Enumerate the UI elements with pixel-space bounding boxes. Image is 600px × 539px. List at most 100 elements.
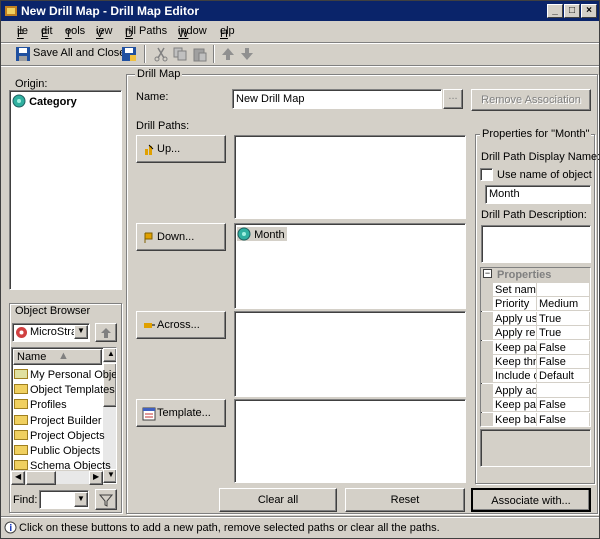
property-value[interactable]: False bbox=[537, 398, 590, 413]
reset-button[interactable]: Reset bbox=[345, 488, 465, 512]
list-item-label: My Personal Obje bbox=[30, 369, 117, 381]
combo-dropdown-arrow[interactable]: ▼ bbox=[74, 325, 88, 339]
property-row[interactable]: Apply useTrue bbox=[481, 311, 590, 327]
horizontal-scrollbar[interactable]: ◀ ▶ bbox=[11, 470, 103, 485]
name-column-header[interactable]: Name ▲ bbox=[13, 349, 102, 365]
drill-map-name-value: New Drill Map bbox=[236, 93, 305, 105]
list-item-label: Object Templates bbox=[30, 384, 115, 397]
parent-folder-button[interactable] bbox=[95, 323, 117, 342]
down-button[interactable]: Down... bbox=[136, 223, 226, 251]
name-label: Name: bbox=[136, 91, 169, 103]
menu-edit[interactable]: Edit bbox=[41, 25, 53, 40]
across-button[interactable]: Across... bbox=[136, 311, 226, 339]
property-value[interactable]: True bbox=[537, 326, 590, 341]
up-button[interactable]: Up... bbox=[136, 135, 226, 163]
paste-icon[interactable] bbox=[192, 46, 208, 62]
associate-with-button[interactable]: Associate with... bbox=[471, 488, 591, 512]
menu-help[interactable]: Help bbox=[220, 25, 235, 40]
scroll-up-arrow[interactable]: ▲ bbox=[103, 348, 116, 362]
property-value[interactable]: False bbox=[537, 340, 590, 355]
origin-item[interactable]: Category bbox=[12, 94, 77, 108]
list-item[interactable]: Profiles bbox=[14, 398, 116, 413]
app-icon bbox=[5, 6, 17, 16]
use-name-label: Use name of object bbox=[497, 169, 592, 181]
property-row[interactable]: Keep pareFalse bbox=[481, 340, 590, 356]
property-row[interactable]: Set name bbox=[481, 283, 590, 298]
property-description-pane bbox=[480, 429, 591, 467]
use-name-checkbox[interactable] bbox=[480, 168, 493, 181]
clear-all-button[interactable]: Clear all bbox=[219, 488, 337, 512]
list-item-label: Project Objects bbox=[30, 429, 105, 442]
folder-icon bbox=[14, 445, 28, 456]
collapse-icon[interactable]: − bbox=[483, 269, 492, 278]
down-paths-list[interactable]: Month bbox=[234, 223, 466, 309]
cut-icon[interactable] bbox=[153, 46, 169, 62]
copy-icon[interactable] bbox=[172, 46, 188, 62]
property-row[interactable]: Priority Medium bbox=[481, 297, 590, 312]
property-value[interactable]: False bbox=[537, 412, 590, 426]
list-item[interactable]: My Personal Obje bbox=[14, 368, 117, 383]
attribute-icon bbox=[12, 94, 26, 108]
property-row-gutter bbox=[481, 369, 493, 384]
property-row[interactable]: Apply rep True bbox=[481, 326, 590, 341]
down-path-item[interactable]: Month bbox=[237, 227, 287, 241]
menu-bar: File Edit Tools View Drill Paths Window … bbox=[1, 22, 599, 42]
up-button-label: Up... bbox=[157, 143, 181, 155]
minimize-button[interactable]: _ bbox=[547, 4, 563, 18]
property-value[interactable] bbox=[537, 383, 590, 398]
menu-view[interactable]: View bbox=[96, 25, 113, 40]
browse-button[interactable]: ... bbox=[443, 89, 463, 109]
template-paths-list[interactable] bbox=[234, 399, 466, 483]
drill-up-icon bbox=[145, 144, 154, 155]
menu-file[interactable]: File bbox=[17, 25, 28, 40]
up-paths-list[interactable] bbox=[234, 135, 466, 219]
list-item[interactable]: Public Objects bbox=[14, 444, 116, 459]
status-text: Click on these buttons to add a new path… bbox=[19, 522, 440, 534]
property-row[interactable]: Keep threFalse bbox=[481, 355, 590, 370]
drill-map-name-input[interactable]: New Drill Map bbox=[232, 89, 442, 109]
h-scroll-thumb[interactable] bbox=[26, 471, 56, 485]
menu-tools[interactable]: Tools bbox=[65, 25, 85, 40]
property-value[interactable]: True bbox=[537, 311, 590, 326]
scroll-left-arrow[interactable]: ◀ bbox=[11, 471, 25, 485]
property-value[interactable]: False bbox=[537, 355, 590, 369]
list-item[interactable]: Project Objects bbox=[14, 429, 116, 444]
scroll-right-arrow[interactable]: ▶ bbox=[89, 471, 103, 485]
move-up-icon[interactable] bbox=[220, 46, 236, 62]
remove-association-button[interactable]: Remove Association bbox=[471, 89, 591, 111]
property-row[interactable]: Keep bas False bbox=[481, 412, 590, 426]
property-row-gutter bbox=[481, 340, 493, 355]
property-row[interactable]: Apply adc bbox=[481, 383, 590, 399]
property-row[interactable]: Include o Default bbox=[481, 369, 590, 384]
property-name: Keep pare bbox=[493, 340, 537, 355]
toolbar-bottom-separator bbox=[1, 65, 599, 67]
property-value[interactable] bbox=[537, 283, 590, 297]
find-dropdown-arrow[interactable]: ▼ bbox=[74, 492, 88, 507]
menu-drill-paths[interactable]: Drill Paths bbox=[125, 25, 167, 40]
drill-map-group-label: Drill Map bbox=[135, 68, 183, 80]
filter-button[interactable] bbox=[95, 489, 117, 510]
list-item[interactable]: Object Templates bbox=[14, 383, 116, 398]
property-value[interactable]: Default bbox=[537, 369, 590, 384]
display-name-input[interactable]: Month bbox=[485, 185, 591, 204]
move-down-icon[interactable] bbox=[239, 46, 255, 62]
find-combo[interactable]: ▼ bbox=[39, 490, 89, 509]
status-bar: Click on these buttons to add a new path… bbox=[1, 518, 599, 538]
save-as-icon[interactable] bbox=[121, 46, 137, 62]
save-icon[interactable] bbox=[15, 46, 31, 62]
origin-list[interactable]: Category bbox=[9, 90, 122, 290]
description-input[interactable] bbox=[481, 225, 591, 263]
template-button[interactable]: Template... bbox=[136, 399, 226, 427]
menu-window[interactable]: Window bbox=[178, 25, 207, 40]
toolbar: Save All and Close bbox=[1, 43, 599, 65]
maximize-button[interactable]: □ bbox=[564, 4, 580, 18]
list-item[interactable]: Project Builder bbox=[14, 414, 116, 429]
close-button[interactable]: × bbox=[581, 4, 597, 18]
object-browser-combo[interactable]: MicroStrat ▼ bbox=[12, 323, 90, 342]
across-paths-list[interactable] bbox=[234, 311, 466, 397]
property-value[interactable]: Medium bbox=[537, 297, 590, 312]
object-browser-list[interactable]: Name ▲ ▲ ▼ My Personal Obje Object Templ… bbox=[11, 347, 117, 484]
properties-grid[interactable]: − Properties Set namePriorityMediumApply… bbox=[480, 267, 591, 427]
save-all-close-button[interactable]: Save All and Close bbox=[33, 47, 125, 59]
property-row[interactable]: Keep pagFalse bbox=[481, 398, 590, 413]
